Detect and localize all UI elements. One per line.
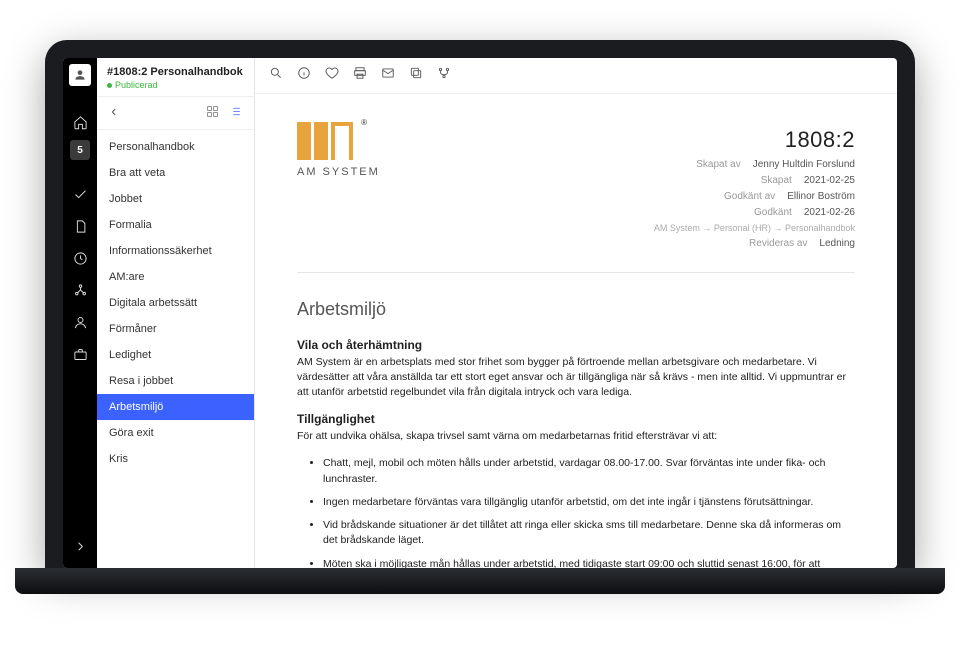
sidebar-item[interactable]: Kris [97, 446, 254, 472]
home-icon[interactable] [66, 108, 94, 136]
briefcase-icon[interactable] [66, 340, 94, 368]
status-badge: Publicerad [107, 80, 244, 90]
breadcrumb: AM System → Personal (HR) → Personalhand… [654, 221, 855, 235]
heart-icon[interactable] [325, 66, 339, 85]
sidebar-item[interactable]: Formalia [97, 212, 254, 238]
list-item: Chatt, mejl, mobil och möten hålls under… [323, 456, 855, 486]
user-icon[interactable] [66, 308, 94, 336]
registered-mark: ® [361, 118, 367, 127]
list-item: Möten ska i möjligaste mån hållas under … [323, 557, 855, 568]
sidebar: #1808:2 Personalhandbok Publicerad Perso… [97, 58, 255, 568]
list-item: Ingen medarbetare förväntas vara tillgän… [323, 495, 855, 510]
notification-count[interactable]: 5 [70, 140, 90, 160]
expand-icon[interactable] [66, 532, 94, 560]
laptop-frame: 5 [45, 40, 915, 568]
doc-number: 1808:2 [654, 122, 855, 157]
content-area: ® AM SYSTEM 1808:2 Skapat avJenny Hultdi… [255, 58, 897, 568]
page-title: Arbetsmiljö [297, 299, 855, 320]
branch-icon[interactable] [437, 66, 451, 85]
sidebar-item[interactable]: Arbetsmiljö [97, 394, 254, 420]
section-title: Tillgänglighet [297, 412, 855, 426]
sidebar-item[interactable]: Jobbet [97, 186, 254, 212]
sidebar-header: #1808:2 Personalhandbok Publicerad [97, 58, 254, 97]
sidebar-item[interactable]: Förmåner [97, 316, 254, 342]
toolbar [255, 58, 897, 94]
document-header: ® AM SYSTEM 1808:2 Skapat avJenny Hultdi… [297, 122, 855, 273]
sidebar-item[interactable]: Informationssäkerhet [97, 238, 254, 264]
document-body: ® AM SYSTEM 1808:2 Skapat avJenny Hultdi… [255, 94, 897, 568]
navigation-tree: PersonalhandbokBra att vetaJobbetFormali… [97, 130, 254, 568]
list-item: Vid brådskande situationer är det tillåt… [323, 518, 855, 548]
logo-text: AM SYSTEM [297, 166, 380, 178]
back-button[interactable] [109, 107, 119, 120]
sidebar-item[interactable]: Bra att veta [97, 160, 254, 186]
sidebar-item[interactable]: Ledighet [97, 342, 254, 368]
print-icon[interactable] [353, 66, 367, 85]
sidebar-item[interactable]: Personalhandbok [97, 134, 254, 160]
sidebar-item[interactable]: Digitala arbetssätt [97, 290, 254, 316]
document-icon[interactable] [66, 212, 94, 240]
section-body: AM System är en arbetsplats med stor fri… [297, 355, 855, 401]
info-icon[interactable] [297, 66, 311, 85]
sidebar-item[interactable]: Resa i jobbet [97, 368, 254, 394]
app-screen: 5 [63, 58, 897, 568]
document-id: #1808:2 Personalhandbok [107, 66, 244, 78]
mail-icon[interactable] [381, 66, 395, 85]
grid-view-icon[interactable] [206, 105, 219, 121]
sidebar-item[interactable]: AM:are [97, 264, 254, 290]
bullet-list: Chatt, mejl, mobil och möten hålls under… [297, 456, 855, 568]
history-icon[interactable] [66, 244, 94, 272]
copy-icon[interactable] [409, 66, 423, 85]
org-icon[interactable] [66, 276, 94, 304]
document-meta: 1808:2 Skapat avJenny Hultdin Forslund S… [654, 122, 855, 252]
sidebar-item[interactable]: Göra exit [97, 420, 254, 446]
search-icon[interactable] [269, 66, 283, 85]
section-intro: För att undvika ohälsa, skapa trivsel sa… [297, 429, 855, 444]
nav-rail: 5 [63, 58, 97, 568]
section-title: Vila och återhämtning [297, 338, 855, 352]
logo: ® AM SYSTEM [297, 122, 380, 178]
check-icon[interactable] [66, 180, 94, 208]
avatar[interactable] [69, 64, 91, 86]
list-view-icon[interactable] [229, 105, 242, 121]
